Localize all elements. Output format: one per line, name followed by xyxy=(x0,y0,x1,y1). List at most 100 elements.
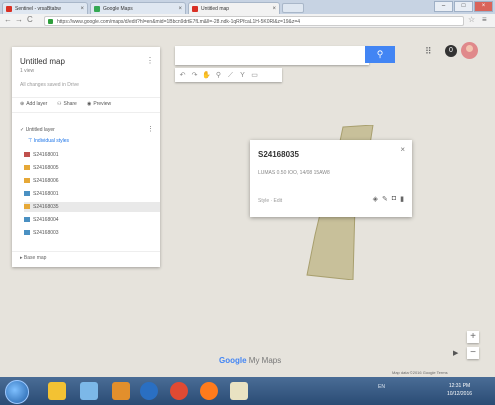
bookmark-star-icon[interactable]: ☆ xyxy=(468,15,475,24)
polygon-icon xyxy=(24,152,30,158)
feature-label: S24168001 xyxy=(33,191,59,197)
share-button[interactable]: ⚇ Share xyxy=(57,101,77,107)
preview-icon: ◉ xyxy=(87,101,92,107)
hp-icon[interactable] xyxy=(140,382,158,400)
notifications-icon[interactable]: 0 xyxy=(445,45,457,57)
individual-styles-link[interactable]: ⊤ Individual styles xyxy=(28,138,69,144)
start-button[interactable] xyxy=(5,380,29,404)
polygon-icon xyxy=(24,204,30,210)
map-title[interactable]: Untitled map xyxy=(20,57,65,66)
zoom-in-button[interactable]: + xyxy=(467,331,479,343)
browser-tab-bar: Sentinel - vrsaBtabw × Google Maps × Unt… xyxy=(0,0,495,14)
firefox-icon[interactable] xyxy=(200,382,218,400)
window-controls: – □ × xyxy=(434,1,493,12)
clock[interactable]: 12:31 PM 10/12/2016 xyxy=(447,382,472,398)
camera-icon[interactable]: ◘ xyxy=(392,195,396,203)
add-layer-icon: ⊕ xyxy=(20,101,25,107)
save-status: All changes saved in Drive xyxy=(20,82,79,88)
address-bar[interactable]: https://www.google.com/maps/d/edit?hl=en… xyxy=(44,16,464,26)
maximize-button[interactable]: □ xyxy=(454,1,473,12)
search-button[interactable]: ⚲ xyxy=(365,46,395,63)
feature-label: S24168003 xyxy=(33,230,59,236)
avatar[interactable] xyxy=(461,42,478,59)
brand-my-maps: My Maps xyxy=(246,356,282,365)
feature-row-selected[interactable]: S24168035 xyxy=(24,202,160,212)
file-explorer-icon[interactable] xyxy=(48,382,66,400)
search-input[interactable] xyxy=(175,46,369,65)
zoom-out-button[interactable]: − xyxy=(467,347,479,359)
apps-grid-icon[interactable]: ⠿ xyxy=(425,46,432,57)
gmail-icon xyxy=(6,6,12,12)
browser-tab-google-maps[interactable]: Google Maps × xyxy=(90,2,186,14)
add-layer-button[interactable]: ⊕ Add layer xyxy=(20,101,47,107)
paint-roller-icon: ⊤ xyxy=(28,138,33,144)
close-icon[interactable]: × xyxy=(400,145,405,154)
share-label: Share xyxy=(63,101,77,107)
browser-menu-icon[interactable]: ≡ xyxy=(482,15,487,24)
sticky-note-icon[interactable] xyxy=(230,382,248,400)
base-map-toggle[interactable]: ▸ Base map xyxy=(20,255,46,261)
polygon-icon xyxy=(24,191,30,197)
feature-row[interactable]: S24168006 xyxy=(24,176,160,186)
hand-icon[interactable]: ✋ xyxy=(202,71,211,80)
delete-icon[interactable]: ▮ xyxy=(400,195,404,203)
chrome-icon[interactable] xyxy=(170,382,188,400)
browser-tab-sentinel[interactable]: Sentinel - vrsaBtabw × xyxy=(2,2,88,14)
forward-icon[interactable]: → xyxy=(15,15,23,24)
feature-label: S24168035 xyxy=(33,204,59,210)
back-icon[interactable]: ← xyxy=(4,15,12,24)
search-icon: ⚲ xyxy=(376,49,384,59)
layer-options-icon[interactable]: ⋮ xyxy=(147,125,154,133)
feature-label: S24168001 xyxy=(33,152,59,158)
undo-icon[interactable]: ↶ xyxy=(178,71,187,80)
marker-icon[interactable]: ⚲ xyxy=(214,71,223,80)
feature-row[interactable]: S24168004 xyxy=(24,215,160,225)
add-layer-label: Add layer xyxy=(26,101,48,107)
lock-icon xyxy=(48,19,53,24)
browser-toolbar: ← → C https://www.google.com/maps/d/edit… xyxy=(0,14,495,28)
chevron-right-icon: ▸ xyxy=(20,255,23,261)
close-tab-icon[interactable]: × xyxy=(80,3,84,14)
feature-row[interactable]: S24168001 xyxy=(24,150,160,160)
close-window-button[interactable]: × xyxy=(474,1,493,12)
reload-icon[interactable]: C xyxy=(27,15,33,24)
paint-bucket-icon[interactable]: ◈ xyxy=(373,195,378,203)
ie-icon[interactable] xyxy=(80,382,98,400)
popup-description: LUMAS 0.50 IOO, 14/08 15AW8 xyxy=(258,170,330,176)
map-options-icon[interactable]: ⋮ xyxy=(146,56,154,65)
feature-label: S24168004 xyxy=(33,217,59,223)
feature-label: S24168005 xyxy=(33,165,59,171)
feature-info-popup: S24168035 × LUMAS 0.50 IOO, 14/08 15AW8 … xyxy=(250,140,412,217)
preview-button[interactable]: ◉ Preview xyxy=(87,101,111,107)
map-toolbar: ↶ ↷ ✋ ⚲ ⟋ Y ▭ xyxy=(175,68,282,82)
redo-icon[interactable]: ↷ xyxy=(190,71,199,80)
edit-icon[interactable]: ✎ xyxy=(382,195,388,203)
feature-row[interactable]: S24168001 xyxy=(24,189,160,199)
polygon-icon xyxy=(24,178,30,184)
directions-icon[interactable]: Y xyxy=(238,71,247,80)
browser-tab-untitled-map[interactable]: Untitled map × xyxy=(188,2,280,14)
location-caret-icon[interactable]: ▶ xyxy=(453,349,458,357)
google-my-maps-logo: Google My Maps xyxy=(219,356,281,365)
feature-row[interactable]: S24168005 xyxy=(24,163,160,173)
styles-label: Individual styles xyxy=(33,138,70,144)
system-tray[interactable]: EN xyxy=(378,384,385,390)
close-tab-icon[interactable]: × xyxy=(178,3,182,14)
map-attribution[interactable]: Map data ©2016 Google Terms xyxy=(392,370,448,375)
draw-line-icon[interactable]: ⟋ xyxy=(226,71,235,80)
layer-header[interactable]: ✓ Untitled layer xyxy=(20,127,55,133)
new-tab-button[interactable] xyxy=(282,3,304,13)
layer-checkbox-icon[interactable]: ✓ xyxy=(20,127,24,133)
media-player-icon[interactable] xyxy=(112,382,130,400)
tab-label: Untitled map xyxy=(201,6,230,12)
brand-google: Google xyxy=(219,356,247,365)
layer-name: Untitled layer xyxy=(25,127,55,133)
polygon-icon xyxy=(24,230,30,236)
feature-label: S24168006 xyxy=(33,178,59,184)
close-tab-icon[interactable]: × xyxy=(272,3,276,14)
minimize-button[interactable]: – xyxy=(434,1,453,12)
ruler-icon[interactable]: ▭ xyxy=(250,71,259,80)
popup-title: S24168035 xyxy=(258,150,299,159)
feature-row[interactable]: S24168003 xyxy=(24,228,160,238)
popup-style-row[interactable]: Style · Edit xyxy=(258,198,282,204)
